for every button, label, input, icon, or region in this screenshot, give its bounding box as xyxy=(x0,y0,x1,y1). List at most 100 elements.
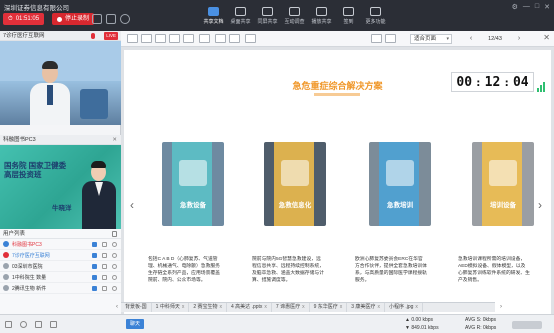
tab-label: 3 康美医疗 xyxy=(351,304,376,310)
tool-desktop-share[interactable]: 桌面共享 xyxy=(227,0,254,31)
pointer-tool-icon[interactable] xyxy=(127,34,138,43)
document-tab[interactable]: 小程序 .jpg x xyxy=(385,303,423,312)
tool-media-share[interactable]: 播放共享 xyxy=(308,0,335,31)
settings-icon[interactable]: ⚙ xyxy=(512,3,518,11)
shape-tool-icon[interactable] xyxy=(155,34,166,43)
tabs-scroll-right-icon[interactable]: › xyxy=(497,302,505,312)
slide-canvas[interactable]: 急危重症综合解决方案 00 : 12 : 04 ‹ › 急救设备 急救信息化 急救培… xyxy=(124,50,551,333)
zoom-in-icon[interactable] xyxy=(385,34,396,43)
tab-close-icon[interactable]: x xyxy=(340,304,343,310)
tool-survey[interactable]: 互动调查 xyxy=(281,0,308,31)
eraser-tool-icon[interactable] xyxy=(183,34,194,43)
tab-label: 小程序 .jpg xyxy=(388,304,414,310)
tool-checkin[interactable]: 签到 xyxy=(335,0,362,31)
company-name: 深圳证券信息有限公司 xyxy=(4,5,69,12)
document-toolbar: 适合页面 ▾ ‹ 12/43 › ✕ xyxy=(121,31,554,47)
document-tab[interactable]: 1 中科师天 x xyxy=(152,303,190,312)
checkin-icon xyxy=(343,6,354,16)
user-video-icon[interactable] xyxy=(92,242,97,247)
close-icon[interactable]: ✕ xyxy=(544,3,550,11)
record-dot-icon xyxy=(57,16,62,22)
user-row[interactable]: 2腾讯生物 新件 xyxy=(0,283,121,294)
user-mic-icon[interactable] xyxy=(102,275,107,280)
tabs-scroll-left-icon[interactable]: ‹ xyxy=(113,302,121,312)
video-feed-1[interactable] xyxy=(0,41,121,125)
document-tab[interactable]: 9 东华医疗 x xyxy=(310,303,348,312)
tab-close-icon[interactable]: x xyxy=(302,304,305,310)
left-panel: 7诊疗医疗互联网 LIVE 科融图书PC3 ✕ 国务院 国家卫健委 高层投资班 … xyxy=(0,31,121,333)
mic-toggle-icon[interactable] xyxy=(20,321,27,328)
main-toolbar: 共享文档 桌面共享 同屏共享 互动调查 播放共享 签到 更多功能 xyxy=(200,0,389,31)
user-hand-icon[interactable] xyxy=(112,264,117,269)
user-video-icon[interactable] xyxy=(92,253,97,258)
document-tab[interactable]: 背景板-国 xyxy=(121,303,152,312)
microphone-icon[interactable] xyxy=(120,14,130,24)
tool-screen-share[interactable]: 同屏共享 xyxy=(254,0,281,31)
title-underline xyxy=(314,93,360,96)
next-page-button[interactable]: › xyxy=(515,34,523,44)
chat-button[interactable]: 聊天 xyxy=(126,319,145,329)
redo-icon[interactable] xyxy=(229,34,240,43)
stop-record-button[interactable]: 停止录制 xyxy=(52,13,95,25)
pen-tool-icon[interactable] xyxy=(141,34,152,43)
mic-icon[interactable] xyxy=(91,33,95,39)
user-video-icon[interactable] xyxy=(92,286,97,291)
undo-icon[interactable] xyxy=(215,34,226,43)
user-hand-icon[interactable] xyxy=(112,286,117,291)
user-mic-icon[interactable] xyxy=(102,242,107,247)
camera-toggle-icon[interactable] xyxy=(5,321,12,328)
tab-close-icon[interactable]: x xyxy=(415,304,418,310)
user-mic-icon[interactable] xyxy=(102,253,107,258)
solution-card: 急救设备 xyxy=(162,142,224,226)
screen-icon xyxy=(262,6,273,16)
user-hand-icon[interactable] xyxy=(112,242,117,247)
text-tool-icon[interactable] xyxy=(169,34,180,43)
zoom-out-icon[interactable] xyxy=(371,34,382,43)
user-hand-icon[interactable] xyxy=(112,275,117,280)
tool-share-document[interactable]: 共享文档 xyxy=(200,0,227,31)
tab-close-icon[interactable]: x xyxy=(377,304,380,310)
card-label: 急救信息化 xyxy=(278,202,312,209)
fit-mode-select[interactable]: 适合页面 ▾ xyxy=(410,34,452,44)
document-icon xyxy=(208,6,219,16)
user-row[interactable]: 科融图书PC3 xyxy=(0,239,121,250)
share-icon[interactable] xyxy=(50,321,57,328)
color-tool-icon[interactable] xyxy=(199,34,210,43)
prev-page-button[interactable]: ‹ xyxy=(467,34,475,44)
lock-icon[interactable] xyxy=(112,231,117,237)
background-prop xyxy=(80,89,108,119)
layout-icon[interactable] xyxy=(92,14,102,24)
user-hand-icon[interactable] xyxy=(112,253,117,258)
solution-description: 欧洲心肺复苏委员会ERC在华官方合作伙伴，提供全套急救培训体系，与高质量的国际医… xyxy=(355,257,427,283)
tab-label: 7 谛惠医疗 xyxy=(275,304,301,310)
user-mic-icon[interactable] xyxy=(102,286,107,291)
user-row[interactable]: 7诊疗医疗互联网 xyxy=(0,250,121,261)
document-tab[interactable]: 4 高美达 .pptx x xyxy=(227,303,272,312)
camera-icon[interactable] xyxy=(106,14,116,24)
tab-close-icon[interactable]: x xyxy=(220,304,223,310)
user-mic-icon[interactable] xyxy=(102,264,107,269)
document-tab[interactable]: 7 谛惠医疗 x xyxy=(272,303,310,312)
speaker-icon[interactable] xyxy=(35,321,42,328)
tab-close-icon[interactable]: x xyxy=(182,304,185,310)
video-feed-2[interactable]: 国务院 国家卫健委 高层投资班 牛晓洋 xyxy=(0,145,121,229)
document-tab[interactable]: 2 赛宝生物 x xyxy=(189,303,228,312)
user-video-icon[interactable] xyxy=(92,264,97,269)
maximize-icon[interactable]: □ xyxy=(535,3,539,11)
user-row[interactable]: 1中科院生 数量 xyxy=(0,272,121,283)
close-video-icon[interactable]: ✕ xyxy=(112,135,117,145)
clear-icon[interactable] xyxy=(245,34,256,43)
slide-prev-icon[interactable]: ‹ xyxy=(130,198,134,212)
tab-close-icon[interactable]: x xyxy=(264,304,267,310)
user-video-icon[interactable] xyxy=(92,275,97,280)
tab-label: 4 高美达 .pptx xyxy=(231,304,263,310)
minimize-icon[interactable]: — xyxy=(523,3,530,11)
user-row[interactable]: 03深圳市医院 xyxy=(0,261,121,272)
card-illustration-icon xyxy=(386,160,414,186)
slide-next-icon[interactable]: › xyxy=(538,198,542,212)
solution-description: 急救培训课程所需的培训设备，AED模拟设备、假体模型，以及心肺复苏训练软件系统的… xyxy=(458,257,530,283)
close-document-icon[interactable]: ✕ xyxy=(543,33,550,42)
document-tab[interactable]: 3 康美医疗 x xyxy=(347,303,385,312)
user-avatar-icon xyxy=(3,263,9,269)
tool-more[interactable]: 更多功能 xyxy=(362,0,389,31)
